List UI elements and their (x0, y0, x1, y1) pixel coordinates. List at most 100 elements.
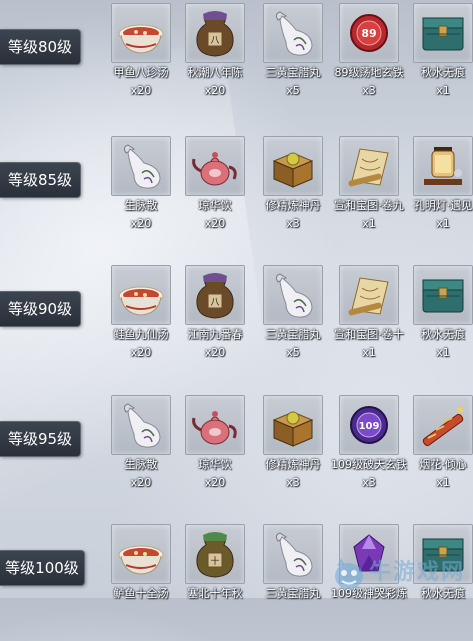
reward-item[interactable]: 十塞北十年秋 (177, 521, 253, 604)
treasure-map-icon (348, 148, 389, 187)
item-slot[interactable]: 八 (185, 3, 245, 63)
reward-item[interactable]: 修精炼神丹 x3 (255, 133, 331, 232)
lantern-icon (424, 147, 462, 185)
reward-item[interactable]: 琼华饮 x20 (177, 133, 253, 232)
reward-item[interactable]: 烟花·倾心 x1 (405, 392, 473, 491)
reward-item[interactable]: 琼华饮 x20 (177, 392, 253, 491)
item-name: 塞北十年秋 (187, 587, 243, 600)
item-slot[interactable] (263, 524, 323, 584)
item-slot[interactable]: 89 (339, 3, 399, 63)
reward-item[interactable]: 109 109级破天玄铁 x3 (331, 392, 407, 491)
item-slot[interactable] (185, 136, 245, 196)
reward-item[interactable]: 三黄宝腊丸 (255, 521, 331, 604)
item-count: x1 (436, 217, 450, 230)
svg-text:89: 89 (361, 27, 376, 40)
white-gourd-bottle-icon (275, 11, 313, 56)
item-slot[interactable] (111, 136, 171, 196)
item-count: x20 (130, 346, 152, 359)
reward-item[interactable]: 89 89级荡地玄铁 x3 (331, 0, 407, 99)
item-slot[interactable] (413, 395, 473, 455)
reward-row: 等级95级 生脉散 x20 琼华饮 x20 修精炼神丹 x3 109 109级破天玄铁 x… (0, 392, 473, 512)
item-slot[interactable] (339, 136, 399, 196)
item-name: 烟花·倾心 (419, 458, 467, 471)
reward-item[interactable]: 八秋潮八年陈 x20 (177, 0, 253, 99)
svg-text:八: 八 (210, 298, 219, 308)
item-count: x20 (130, 476, 152, 489)
firework-tube-icon (422, 407, 464, 447)
reward-item[interactable]: 鲑鱼九仙汤 x20 (103, 262, 179, 361)
red-iron-token-icon: 89 (350, 14, 388, 52)
item-name: 琼华饮 (198, 199, 232, 212)
item-slot[interactable] (111, 395, 171, 455)
item-slot[interactable] (111, 524, 171, 584)
item-name: 甲鱼八珍汤 (113, 66, 169, 79)
item-slot[interactable] (263, 136, 323, 196)
reward-row: 等级85级 生脉散 x20 琼华饮 x20 修精炼神丹 x3 宣和宝图·卷九 x1 孔明… (0, 133, 473, 253)
item-name: 秋水无痕 (421, 66, 465, 79)
item-name: 89级荡地玄铁 (334, 66, 404, 79)
level-label: 等级85级 (0, 162, 81, 198)
reward-row: 等级90级 鲑鱼九仙汤 x20 八江南九番春 x20 三黄宝腊丸 x5 宣和宝图·卷十… (0, 262, 473, 382)
item-name: 鲑鱼九仙汤 (113, 328, 169, 341)
item-slot[interactable] (111, 265, 171, 325)
reward-item[interactable]: 秋水无痕 x1 (405, 0, 473, 99)
item-slot[interactable] (413, 136, 473, 196)
item-name: 生脉散 (124, 199, 158, 212)
item-count: x20 (130, 217, 152, 230)
item-name: 秋潮八年陈 (187, 66, 243, 79)
reward-item[interactable]: 甲鱼八珍汤 x20 (103, 0, 179, 99)
item-slot[interactable] (111, 3, 171, 63)
item-slot[interactable] (339, 265, 399, 325)
item-slot[interactable]: 109 (339, 395, 399, 455)
item-count: x20 (204, 84, 226, 97)
pill-box-icon (272, 411, 314, 447)
item-slot[interactable]: 十 (185, 524, 245, 584)
item-slot[interactable] (413, 3, 473, 63)
pink-teapot-icon (192, 411, 237, 445)
green-wine-jar-icon: 十 (196, 532, 234, 578)
reward-item[interactable]: 鲈鱼十全汤 (103, 521, 179, 604)
item-count: x1 (436, 476, 450, 489)
reward-item[interactable]: 秋水无痕 x1 (405, 262, 473, 361)
item-name: 109级神哭彩炼 (331, 587, 407, 600)
item-name: 宣和宝图·卷九 (334, 199, 404, 212)
item-name: 宣和宝图·卷十 (334, 328, 404, 341)
reward-item[interactable]: 三黄宝腊丸 x5 (255, 0, 331, 99)
reward-item[interactable]: 109级神哭彩炼 (331, 521, 407, 604)
reward-item[interactable]: 三黄宝腊丸 x5 (255, 262, 331, 361)
reward-item[interactable]: 生脉散 x20 (103, 392, 179, 491)
item-count: x5 (286, 346, 300, 359)
item-slot[interactable] (339, 524, 399, 584)
purple-iron-token-icon: 109 (350, 406, 388, 444)
item-name: 生脉散 (124, 458, 158, 471)
reward-item[interactable]: 八江南九番春 x20 (177, 262, 253, 361)
item-count: x3 (286, 476, 300, 489)
reward-item[interactable]: 宣和宝图·卷十 x1 (331, 262, 407, 361)
teal-chest-icon (422, 279, 464, 313)
reward-item[interactable]: 生脉散 x20 (103, 133, 179, 232)
item-slot[interactable] (263, 395, 323, 455)
item-slot[interactable]: 八 (185, 265, 245, 325)
item-name: 三黄宝腊丸 (265, 66, 321, 79)
item-slot[interactable] (263, 3, 323, 63)
item-slot[interactable] (185, 395, 245, 455)
item-name: 江南九番春 (187, 328, 243, 341)
item-name: 秋水无痕 (421, 328, 465, 341)
item-slot[interactable] (413, 524, 473, 584)
soup-bowl-icon (118, 24, 164, 54)
item-slot[interactable] (263, 265, 323, 325)
svg-text:109: 109 (359, 421, 380, 432)
item-count: x20 (204, 346, 226, 359)
item-count: x20 (204, 217, 226, 230)
item-slot[interactable] (413, 265, 473, 325)
item-name: 三黄宝腊丸 (265, 587, 321, 600)
white-gourd-bottle-icon (275, 273, 313, 318)
item-name: 孔明灯·遇见 (413, 199, 473, 212)
item-name: 修精炼神丹 (265, 458, 321, 471)
reward-item[interactable]: 宣和宝图·卷九 x1 (331, 133, 407, 232)
white-gourd-bottle-icon (123, 403, 161, 448)
reward-item[interactable]: 修精炼神丹 x3 (255, 392, 331, 491)
reward-item[interactable]: 秋水无痕 (405, 521, 473, 604)
reward-item[interactable]: 孔明灯·遇见 x1 (405, 133, 473, 232)
item-name: 三黄宝腊丸 (265, 328, 321, 341)
